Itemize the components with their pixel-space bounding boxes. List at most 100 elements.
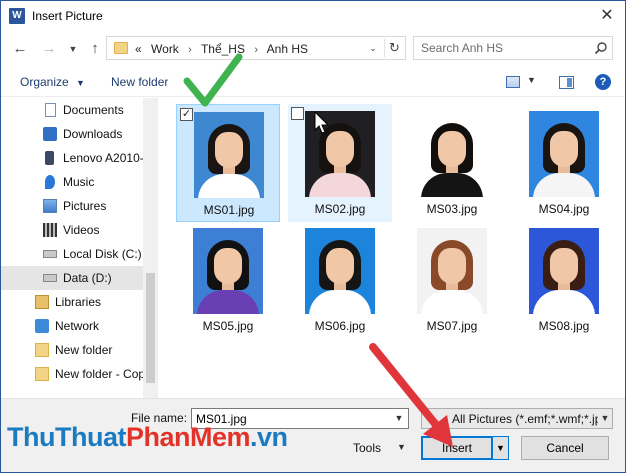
search-input[interactable]	[415, 38, 589, 58]
sidebar-item-label: Lenovo A2010-	[63, 151, 143, 165]
file-name-label: MS03.jpg	[426, 202, 478, 216]
folder-icon	[35, 367, 49, 381]
navigation-pane: Documents Downloads Lenovo A2010- Music Pict…	[1, 98, 158, 398]
file-tile-ms02-jpg[interactable]: MS02.jpg	[288, 104, 392, 222]
close-button[interactable]: ✕	[593, 5, 621, 27]
sidebar-item-network[interactable]: Network	[1, 314, 143, 338]
file-tile-ms05-jpg[interactable]: MS05.jpg	[176, 221, 280, 339]
breadcrumb: « Work › Thể_HS › Anh HS	[135, 42, 314, 56]
refresh-icon[interactable]: ↻	[384, 39, 404, 57]
downloads-icon	[43, 127, 57, 141]
breadcrumb-anh-hs[interactable]: Anh HS	[267, 42, 308, 56]
organize-button[interactable]: Organize ▼	[20, 75, 85, 89]
sidebar-item-data-d[interactable]: Data (D:)	[1, 266, 143, 290]
sidebar-item-videos[interactable]: Videos	[1, 218, 143, 242]
file-tile-ms07-jpg[interactable]: MS07.jpg	[400, 221, 504, 339]
help-icon[interactable]: ?	[595, 74, 611, 90]
scrollbar-thumb[interactable]	[146, 273, 155, 383]
sidebar-item-music[interactable]: Music	[1, 170, 143, 194]
word-app-icon: W	[9, 8, 25, 24]
photo-thumbnail	[305, 228, 375, 314]
documents-icon	[45, 103, 56, 117]
navigation-scrollbar[interactable]	[143, 98, 158, 398]
sidebar-item-new-folder-cop[interactable]: New folder - Cop	[1, 362, 143, 386]
tools-button[interactable]: Tools	[353, 441, 381, 455]
chevron-down-icon: ▼	[76, 78, 85, 88]
photo-thumbnail	[529, 228, 599, 314]
command-bar: Organize ▼ New folder ▼ ?	[1, 69, 625, 97]
drive-icon	[43, 274, 57, 282]
sidebar-item-pictures[interactable]: Pictures	[1, 194, 143, 218]
file-tile-ms06-jpg[interactable]: MS06.jpg	[288, 221, 392, 339]
preview-pane-icon[interactable]	[559, 76, 574, 89]
sidebar-item-label: Libraries	[55, 295, 102, 309]
network-icon	[35, 319, 49, 333]
sidebar-item-lenovo-a2010[interactable]: Lenovo A2010-	[1, 146, 143, 170]
file-grid: ✓ MS01.jpg MS02.jpg MS03.jpg MS04.jpg MS05.jp…	[158, 98, 625, 398]
file-name-label: MS05.jpg	[202, 319, 254, 333]
back-arrow-icon[interactable]: ←	[10, 39, 30, 59]
music-icon	[45, 175, 55, 189]
sidebar-item-libraries[interactable]: Libraries	[1, 290, 143, 314]
photo-thumbnail	[193, 228, 263, 314]
watermark-part-2: PhanMem	[125, 422, 251, 452]
file-tile-ms01-jpg[interactable]: ✓ MS01.jpg	[176, 104, 280, 222]
breadcrumb-separator-icon[interactable]: ›	[188, 44, 192, 56]
photo-thumbnail	[305, 111, 375, 197]
search-box[interactable]	[413, 36, 613, 60]
sidebar-item-label: New folder - Cop	[55, 367, 143, 381]
organize-label: Organize	[20, 75, 69, 89]
file-name-label: MS02.jpg	[314, 202, 366, 216]
photo-thumbnail	[417, 228, 487, 314]
checkbox-icon[interactable]	[291, 107, 304, 120]
change-view-icon[interactable]	[506, 76, 520, 88]
breadcrumb-separator-icon[interactable]: ›	[254, 44, 258, 56]
insert-picture-dialog: W Insert Picture ✕ ← → ▼ ↑ « Work › Thể_…	[0, 0, 626, 473]
folder-icon	[114, 42, 128, 54]
address-dropdown-icon[interactable]: ⌄	[365, 40, 381, 56]
phone-icon	[45, 151, 54, 165]
videos-icon	[43, 223, 57, 237]
sidebar-item-new-folder[interactable]: New folder	[1, 338, 143, 362]
cancel-button[interactable]: Cancel	[521, 436, 609, 460]
sidebar-item-label: New folder	[55, 343, 113, 357]
sidebar-item-label: Network	[55, 319, 100, 333]
file-tile-ms04-jpg[interactable]: MS04.jpg	[512, 104, 616, 222]
watermark-part-1: ThuThuat	[7, 422, 126, 452]
pictures-icon	[43, 199, 57, 213]
file-type-select[interactable]: All Pictures (*.emf;*.wmf;*.jpg;* ▼	[421, 408, 613, 429]
drive-icon	[43, 250, 57, 258]
sidebar-item-label: Downloads	[63, 127, 123, 141]
tools-chevron-icon[interactable]: ▼	[397, 442, 406, 452]
sidebar-item-label: Data (D:)	[63, 271, 112, 285]
breadcrumb-overflow[interactable]: «	[135, 42, 142, 56]
breadcrumb-work[interactable]: Work	[151, 42, 179, 56]
sidebar-item-local-disk-c[interactable]: Local Disk (C:)	[1, 242, 143, 266]
sidebar-item-documents[interactable]: Documents	[1, 98, 143, 122]
photo-thumbnail	[529, 111, 599, 197]
file-name-label: MS07.jpg	[426, 319, 478, 333]
file-type-dropdown-icon[interactable]: ▼	[598, 411, 612, 426]
recent-locations-chevron-icon[interactable]: ▼	[63, 39, 83, 59]
file-name-label: MS08.jpg	[538, 319, 590, 333]
new-folder-button[interactable]: New folder	[111, 75, 168, 89]
photo-thumbnail	[194, 112, 264, 198]
file-name-dropdown-icon[interactable]: ▼	[392, 411, 406, 426]
file-tile-ms08-jpg[interactable]: MS08.jpg	[512, 221, 616, 339]
title-bar: W Insert Picture ✕	[1, 1, 625, 31]
insert-button[interactable]: Insert	[421, 436, 493, 460]
file-name-label: MS01.jpg	[203, 203, 255, 217]
sidebar-item-downloads[interactable]: Downloads	[1, 122, 143, 146]
sidebar-item-label: Documents	[63, 103, 124, 117]
forward-arrow-icon[interactable]: →	[39, 39, 59, 59]
breadcrumb-the-hs[interactable]: Thể_HS	[201, 42, 245, 56]
address-bar[interactable]: « Work › Thể_HS › Anh HS ⌄ ↻	[106, 36, 406, 60]
view-options-chevron-icon[interactable]: ▼	[527, 75, 536, 85]
search-icon[interactable]	[594, 41, 608, 55]
file-tile-ms03-jpg[interactable]: MS03.jpg	[400, 104, 504, 222]
checkbox-checked-icon[interactable]: ✓	[180, 108, 193, 121]
file-name-label: MS06.jpg	[314, 319, 366, 333]
insert-options-dropdown-icon[interactable]: ▼	[492, 436, 509, 460]
sidebar-item-label: Local Disk (C:)	[63, 247, 142, 261]
up-arrow-icon[interactable]: ↑	[85, 39, 105, 59]
